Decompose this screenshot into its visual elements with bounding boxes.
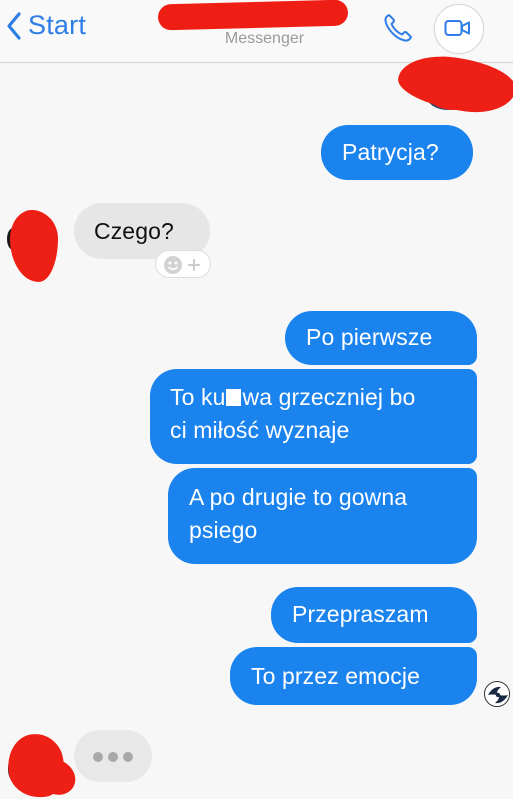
message-bubble-outgoing[interactable]: Przepraszam	[271, 587, 477, 643]
messenger-screen: Start Messenger Patrycja? Czego? Po pier…	[0, 0, 513, 799]
message-line: ci miłość wyznaje	[170, 417, 350, 443]
message-text: wa grzeczniej bo	[242, 384, 416, 410]
message-text: To przez emocje	[251, 663, 420, 689]
seen-avatar	[484, 681, 510, 707]
typing-indicator-icon	[74, 730, 152, 782]
message-bubble-outgoing[interactable]: Patrycja?	[321, 125, 473, 180]
message-text: Po pierwsze	[306, 324, 433, 350]
message-bubble-outgoing[interactable]: To przez emocje	[230, 647, 477, 705]
phone-icon	[380, 14, 416, 50]
typing-dot	[93, 752, 103, 762]
message-bubble-outgoing[interactable]: Po pierwsze	[285, 311, 477, 365]
subtitle-text: Messenger	[224, 30, 305, 47]
typing-dot	[123, 752, 133, 762]
add-reaction-button[interactable]	[155, 250, 211, 278]
message-line: A po drugie to gowna	[189, 484, 408, 510]
message-text: To ku	[170, 384, 226, 410]
message-line: psiego	[189, 517, 258, 543]
typing-dot	[108, 752, 118, 762]
avatar-redaction-incoming	[10, 210, 58, 282]
conversation-header: Start Messenger	[0, 0, 513, 63]
message-line: To ku wa grzeczniej bo	[170, 381, 477, 414]
censor-block	[226, 389, 242, 406]
message-text: Przepraszam	[292, 601, 429, 627]
message-text: Czego?	[94, 218, 174, 244]
message-bubble-outgoing[interactable]: A po drugie to gowna psiego	[168, 468, 477, 564]
audio-call-button[interactable]	[380, 10, 416, 46]
video-call-button[interactable]	[432, 4, 488, 54]
avatar-redaction-top-2	[430, 86, 478, 110]
contact-name-redaction	[157, 0, 349, 31]
message-bubble-outgoing[interactable]: To ku wa grzeczniej bo ci miłość wyznaje	[150, 369, 477, 464]
message-text: Patrycja?	[342, 139, 439, 165]
